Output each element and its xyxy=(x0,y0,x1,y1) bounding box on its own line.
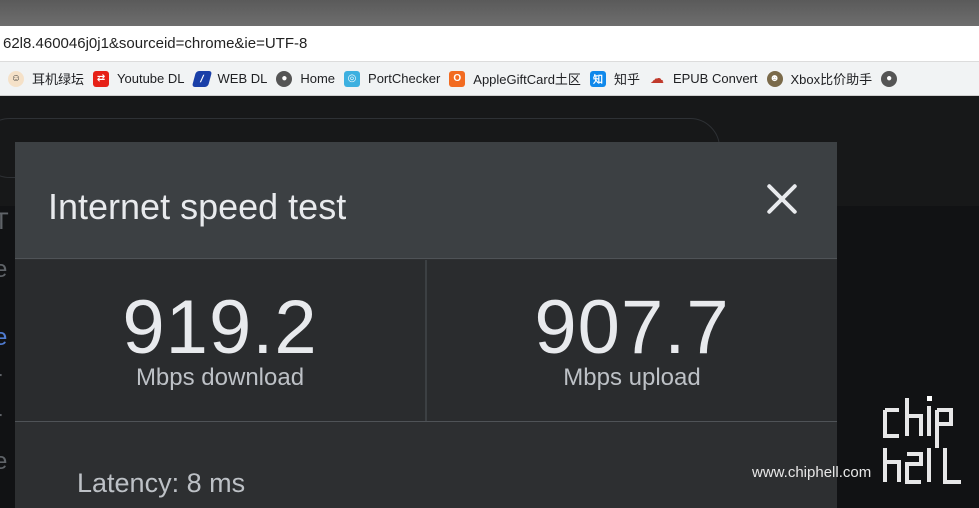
section-divider xyxy=(15,421,837,422)
download-unit: Mbps download xyxy=(135,364,305,391)
bookmark-label: 知乎 xyxy=(613,72,640,87)
window-top-strip xyxy=(0,0,979,26)
upload-unit: Mbps upload xyxy=(563,364,701,391)
bookmark-label: 耳机绿坛 xyxy=(32,72,85,87)
chiphell-logo-icon xyxy=(883,396,961,484)
bookmark-item[interactable]: O AppleGiftCard土区 xyxy=(447,66,588,92)
bookmark-label: EPUB Convert xyxy=(672,71,758,86)
download-panel: 919.2 Mbps download xyxy=(15,260,425,421)
bookmark-item[interactable]: ☁ EPUB Convert xyxy=(647,66,765,92)
speed-test-dialog: Internet speed test 919.2 Mbps download … xyxy=(15,142,837,508)
bookmark-item-overflow[interactable]: ● xyxy=(879,66,912,92)
latency-text: Latency: 8 ms xyxy=(77,468,246,498)
bookmark-item[interactable]: ● Home xyxy=(274,66,342,92)
bookmark-label: AppleGiftCard土区 xyxy=(473,72,581,87)
watermark-site: www.chiphell.com xyxy=(752,464,872,481)
bookmark-item[interactable]: ⇄ Youtube DL xyxy=(91,66,191,92)
bookmark-label: Xbox比价助手 xyxy=(790,72,873,87)
upload-panel: 907.7 Mbps upload xyxy=(427,260,837,421)
avatar-icon: ☻ xyxy=(766,70,783,87)
bookmark-item[interactable]: ◎ PortChecker xyxy=(342,66,447,92)
bookmark-label: Youtube DL xyxy=(117,71,185,86)
bookmark-label: PortChecker xyxy=(368,71,441,86)
youtube-icon: ⇄ xyxy=(93,70,110,87)
dim-link-fragment: e xyxy=(0,324,8,351)
globe-icon: ● xyxy=(276,70,293,87)
cloud-icon: ☁ xyxy=(649,70,664,86)
face-icon: ☺ xyxy=(8,70,24,87)
globe-icon: ● xyxy=(881,70,898,87)
bookmark-item[interactable]: ☺ 耳机绿坛 xyxy=(6,66,91,92)
bookmark-label: WEB DL xyxy=(217,71,268,86)
orange-icon: O xyxy=(449,70,466,87)
dialog-header: Internet speed test xyxy=(15,142,837,259)
download-value: 919.2 xyxy=(122,285,318,370)
dim-text-fragment: r xyxy=(0,366,2,394)
upload-value: 907.7 xyxy=(534,285,730,370)
close-icon[interactable] xyxy=(765,182,799,216)
dim-text-fragment: r xyxy=(0,406,2,434)
address-bar[interactable]: 62l8.460046j0j1&sourceid=chrome&ie=UTF-8 xyxy=(0,26,979,62)
pin-icon: ◎ xyxy=(344,70,361,87)
dialog-title: Internet speed test xyxy=(48,186,347,227)
url-text[interactable]: 62l8.460046j0j1&sourceid=chrome&ie=UTF-8 xyxy=(3,35,307,52)
bookmarks-bar: ☺ 耳机绿坛 ⇄ Youtube DL / WEB DL ● Home ◎ Po… xyxy=(0,62,979,96)
bookmark-item[interactable]: / WEB DL xyxy=(191,66,275,92)
bookmark-item[interactable]: 知 知乎 xyxy=(588,66,647,92)
dim-text-fragment: e xyxy=(0,448,8,475)
bookmark-item[interactable]: ☻ Xbox比价助手 xyxy=(765,66,880,92)
dim-text-fragment: T xyxy=(0,208,9,235)
bookmark-label: Home xyxy=(300,71,336,86)
webdl-icon: / xyxy=(191,70,212,87)
zhihu-icon: 知 xyxy=(589,70,606,87)
dim-text-fragment: e xyxy=(0,256,8,283)
